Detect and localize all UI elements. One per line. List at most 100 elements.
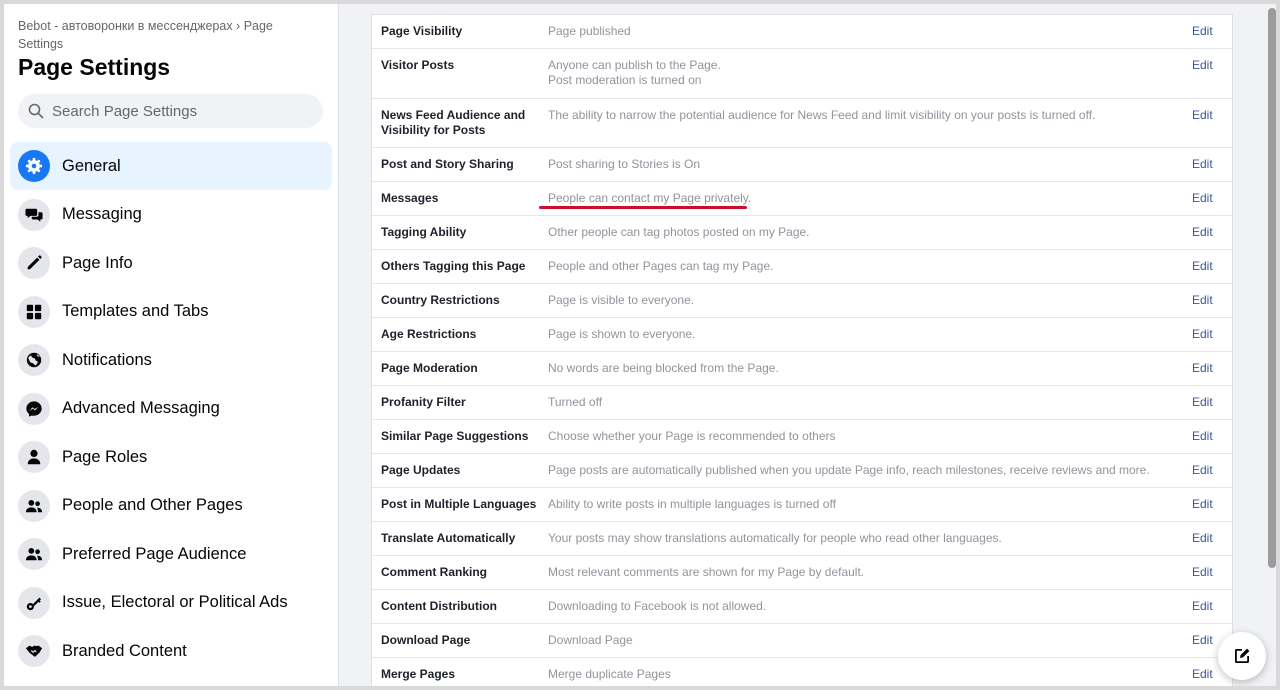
sidebar-item-political-ads[interactable]: Issue, Electoral or Political Ads	[10, 579, 332, 627]
new-message-button[interactable]	[1218, 632, 1266, 680]
sidebar-item-advanced-messaging[interactable]: Advanced Messaging	[10, 385, 332, 433]
setting-label: Page Moderation	[381, 361, 478, 375]
search-icon	[28, 103, 44, 119]
settings-row-page-visibility[interactable]: Page Visibility Page published Edit	[372, 15, 1232, 49]
setting-label: Post and Story Sharing	[381, 157, 514, 171]
sidebar-item-label: Preferred Page Audience	[62, 544, 247, 563]
settings-row-country-restrictions[interactable]: Country Restrictions Page is visible to …	[372, 284, 1232, 318]
compose-icon	[1235, 648, 1250, 663]
edit-link[interactable]: Edit	[1192, 488, 1232, 521]
settings-row-news-feed-audience[interactable]: News Feed Audience and Visibility for Po…	[372, 99, 1232, 148]
setting-value: Page published	[548, 24, 631, 38]
settings-row-page-moderation[interactable]: Page Moderation No words are being block…	[372, 352, 1232, 386]
search-input[interactable]	[50, 101, 304, 121]
settings-row-others-tagging[interactable]: Others Tagging this Page People and othe…	[372, 250, 1232, 284]
edit-link[interactable]: Edit	[1192, 454, 1232, 487]
sidebar-item-messaging[interactable]: Messaging	[10, 191, 332, 239]
setting-label: Tagging Ability	[381, 225, 467, 239]
settings-row-page-updates[interactable]: Page Updates Page posts are automaticall…	[372, 454, 1232, 488]
sidebar-item-page-info[interactable]: Page Info	[10, 239, 332, 287]
settings-row-profanity-filter[interactable]: Profanity Filter Turned off Edit	[372, 386, 1232, 420]
setting-value: Most relevant comments are shown for my …	[548, 565, 865, 579]
handshake-icon	[18, 635, 50, 667]
edit-link[interactable]: Edit	[1192, 318, 1232, 351]
settings-row-content-distribution[interactable]: Content Distribution Downloading to Face…	[372, 590, 1232, 624]
sidebar-item-notifications[interactable]: Notifications	[10, 336, 332, 384]
setting-label: Age Restrictions	[381, 327, 477, 341]
sidebar-item-label: Notifications	[62, 350, 152, 369]
setting-value: People and other Pages can tag my Page.	[548, 259, 774, 273]
setting-label: Page Visibility	[381, 24, 463, 38]
edit-link[interactable]: Edit	[1192, 284, 1232, 317]
edit-link[interactable]: Edit	[1192, 15, 1232, 48]
key-icon	[18, 586, 50, 619]
edit-link[interactable]: Edit	[1192, 420, 1232, 453]
chat-bubbles-icon	[18, 198, 50, 231]
sidebar-item-label: Page Info	[62, 253, 133, 272]
edit-link[interactable]: Edit	[1192, 49, 1232, 98]
setting-value: The ability to narrow the potential audi…	[548, 107, 1096, 122]
setting-value-line: Post moderation is turned on	[548, 73, 702, 87]
setting-value-line: Anyone can publish to the Page.	[548, 58, 721, 72]
settings-row-visitor-posts[interactable]: Visitor Posts Anyone can publish to the …	[372, 49, 1232, 99]
setting-value: Post sharing to Stories is On	[548, 157, 701, 171]
setting-value: Download Page	[548, 633, 633, 647]
settings-sidebar: Bebot - автоворонки в мессенджерах › Pag…	[4, 4, 339, 686]
globe-icon	[18, 344, 50, 376]
edit-link[interactable]: Edit	[1192, 250, 1232, 283]
settings-row-comment-ranking[interactable]: Comment Ranking Most relevant comments a…	[372, 556, 1232, 590]
sidebar-item-page-roles[interactable]: Page Roles	[10, 433, 332, 481]
setting-label: Merge Pages	[381, 667, 456, 681]
settings-row-similar-page-suggestions[interactable]: Similar Page Suggestions Choose whether …	[372, 420, 1232, 454]
setting-value: Downloading to Facebook is not allowed.	[548, 599, 767, 613]
sidebar-item-label: People and Other Pages	[62, 496, 243, 514]
setting-value: Merge duplicate Pages	[548, 667, 671, 681]
setting-value: Other people can tag photos posted on my…	[548, 225, 810, 239]
setting-value: Ability to write posts in multiple langu…	[548, 497, 836, 511]
sidebar-item-preferred-page-audience[interactable]: Preferred Page Audience	[10, 530, 332, 578]
settings-row-translate-automatically[interactable]: Translate Automatically Your posts may s…	[372, 522, 1232, 556]
settings-row-download-page[interactable]: Download Page Download Page Edit	[372, 624, 1232, 658]
setting-value: Turned off	[548, 395, 603, 409]
edit-link[interactable]: Edit	[1192, 216, 1232, 249]
edit-link[interactable]: Edit	[1192, 99, 1232, 148]
person-icon	[18, 441, 50, 473]
setting-value: Your posts may show translations automat…	[548, 531, 1002, 545]
people-icon	[18, 538, 50, 570]
setting-label: Content Distribution	[381, 599, 497, 613]
breadcrumb[interactable]: Bebot - автоворонки в мессенджерах › Pag…	[18, 17, 318, 53]
edit-link[interactable]: Edit	[1192, 182, 1232, 215]
settings-row-post-and-story-sharing[interactable]: Post and Story Sharing Post sharing to S…	[372, 148, 1232, 182]
setting-value: Page is visible to everyone.	[548, 293, 695, 307]
setting-value: People can contact my Page privately.	[548, 191, 752, 205]
settings-row-age-restrictions[interactable]: Age Restrictions Page is shown to everyo…	[372, 318, 1232, 352]
page-scrollbar[interactable]	[1268, 8, 1276, 568]
settings-row-messages[interactable]: Messages People can contact my Page priv…	[372, 182, 1232, 216]
edit-link[interactable]: Edit	[1192, 386, 1232, 419]
sidebar-item-templates-and-tabs[interactable]: Templates and Tabs	[10, 288, 332, 336]
sidebar-item-label: General	[62, 156, 121, 175]
sidebar-item-label: Templates and Tabs	[62, 302, 209, 320]
pencil-icon	[18, 247, 50, 279]
page-title: Page Settings	[18, 54, 171, 80]
setting-label: Comment Ranking	[381, 565, 488, 579]
grid-icon	[18, 295, 50, 328]
sidebar-item-branded-content[interactable]: Branded Content	[10, 627, 332, 675]
sidebar-item-label: Messaging	[62, 205, 142, 223]
sidebar-item-general[interactable]: General	[10, 142, 332, 190]
settings-row-merge-pages[interactable]: Merge Pages Merge duplicate Pages Edit	[372, 658, 1232, 686]
setting-value: No words are being blocked from the Page…	[548, 361, 779, 375]
search-box[interactable]	[18, 94, 323, 128]
highlight-underline	[539, 206, 747, 209]
app-window: Bebot - автоворонки в мессенджерах › Pag…	[4, 4, 1276, 686]
setting-value: Page posts are automatically published w…	[548, 463, 1150, 477]
setting-label: Page Updates	[381, 463, 461, 477]
sidebar-item-people-and-other-pages[interactable]: People and Other Pages	[10, 482, 332, 530]
edit-link[interactable]: Edit	[1192, 522, 1232, 555]
edit-link[interactable]: Edit	[1192, 148, 1232, 181]
settings-row-multiple-languages[interactable]: Post in Multiple Languages Ability to wr…	[372, 488, 1232, 522]
edit-link[interactable]: Edit	[1192, 352, 1232, 385]
settings-row-tagging-ability[interactable]: Tagging Ability Other people can tag pho…	[372, 216, 1232, 250]
edit-link[interactable]: Edit	[1192, 590, 1232, 623]
edit-link[interactable]: Edit	[1192, 556, 1232, 589]
